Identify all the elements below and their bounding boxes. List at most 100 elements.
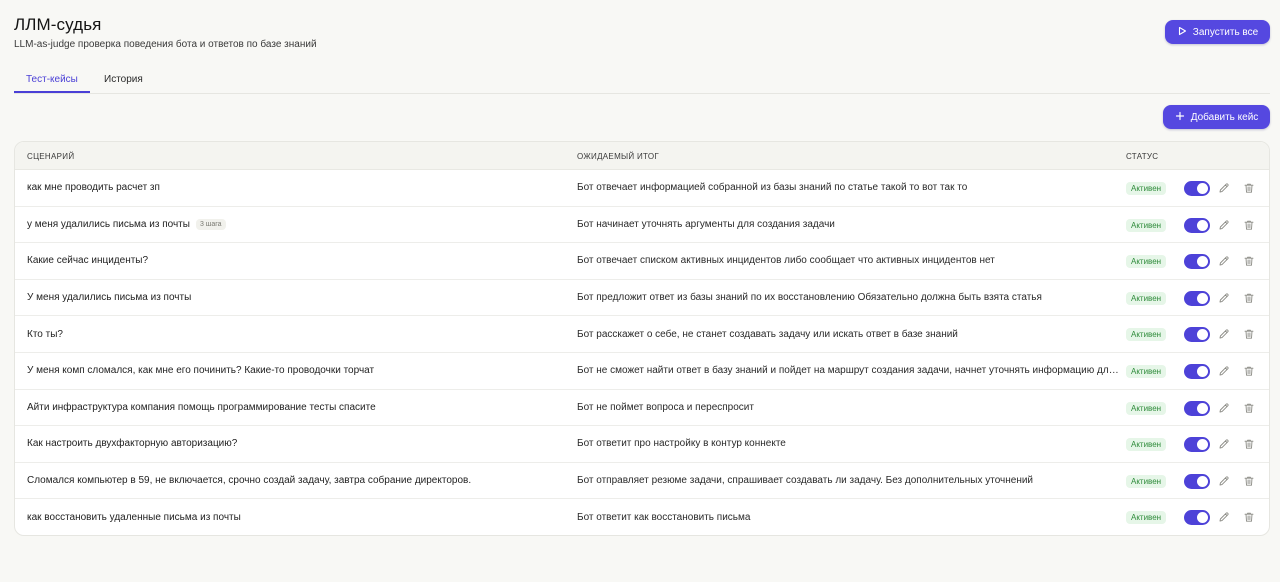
trash-icon[interactable] [1242,510,1256,524]
enabled-toggle[interactable] [1184,217,1210,233]
table-row: как восстановить удаленные письма из поч… [15,499,1269,535]
expected-cell: Бот расскажет о себе, не станет создават… [577,316,1119,352]
scenario-cell[interactable]: Как настроить двухфакторную авторизацию? [27,426,567,462]
table-row: Как настроить двухфакторную авторизацию?… [15,426,1269,463]
table-row: У меня комп сломался, как мне его почини… [15,353,1269,390]
scenario-cell[interactable]: как восстановить удаленные письма из поч… [27,499,567,535]
enabled-toggle[interactable] [1184,290,1210,306]
scenario-cell[interactable]: У меня удалились письма из почты [27,280,567,316]
enabled-toggle[interactable] [1184,364,1210,379]
scenario-cell[interactable]: у меня удалились письма из почты 3 шага [27,207,567,243]
expected-text: Бот предложит ответ из базы знаний по их… [577,292,1042,304]
enabled-toggle[interactable] [1184,327,1210,343]
run-all-label: Запустить все [1192,26,1259,38]
expected-cell: Бот ответит про настройку в контур конне… [577,426,1119,462]
pencil-icon[interactable] [1217,254,1231,268]
trash-icon[interactable] [1242,364,1256,378]
trash-icon[interactable] [1242,474,1256,488]
scenario-cell[interactable]: У меня комп сломался, как мне его почини… [27,353,567,389]
expected-text: Бот отвечает списком активных инцидентов… [577,255,995,267]
expected-text: Бот расскажет о себе, не станет создават… [577,328,958,340]
expected-cell: Бот ответит как восстановить письма [577,499,1119,535]
expected-cell: Бот отвечает информацией собранной из ба… [577,170,1119,206]
pencil-icon[interactable] [1217,474,1231,488]
table-header: СЦЕНАРИЙ ОЖИДАЕМЫЙ ИТОГ СТАТУС [15,142,1269,170]
scenario-text: У меня удалились письма из почты [27,292,192,304]
status-badge: Активен [1126,328,1167,342]
page-subtitle: LLM-as-judge проверка поведения бота и о… [14,39,317,50]
pencil-icon[interactable] [1217,218,1231,232]
expected-text: Бот ответит про настройку в контур конне… [577,438,786,450]
expected-text: Бот не сможет найти ответ в базу знаний … [577,365,1119,377]
scenario-cell[interactable]: Сломался компьютер в 59, не включается, … [27,463,567,499]
scenario-cell[interactable]: Айти инфраструктура компания помощь прог… [27,390,567,426]
status-badge: Активен [1126,511,1167,525]
expected-text: Бот отправляет резюме задачи, спрашивает… [577,475,1034,487]
expected-text: Бот отвечает информацией собранной из ба… [577,182,968,194]
column-header-scenario: СЦЕНАРИЙ [27,152,75,161]
expected-text: Бот ответит как восстановить письма [577,512,751,524]
status-badge: Активен [1126,401,1167,415]
tab-active-indicator [14,91,90,93]
pencil-icon[interactable] [1217,181,1231,195]
add-case-button[interactable]: Добавить кейс [1163,105,1270,129]
pencil-icon[interactable] [1217,364,1231,378]
page-title: ЛЛМ-судья [14,15,102,34]
enabled-toggle[interactable] [1184,400,1210,416]
status-badge: Активен [1126,291,1167,305]
status-badge: Активен [1126,218,1167,232]
enabled-toggle[interactable] [1184,437,1210,453]
scenario-cell[interactable]: Какие сейчас инциденты? [27,243,567,279]
pencil-icon[interactable] [1217,327,1231,341]
trash-icon[interactable] [1242,291,1256,305]
trash-icon[interactable] [1242,327,1256,341]
scenario-cell[interactable]: Кто ты? [27,316,567,352]
plus-icon [1175,111,1185,124]
pencil-icon[interactable] [1217,401,1231,415]
table-row: У меня удалились письма из почты Бот пре… [15,280,1269,317]
scenario-text: как мне проводить расчет зп [27,182,160,194]
expected-cell: Бот отвечает списком активных инцидентов… [577,243,1119,279]
expected-cell: Бот отправляет резюме задачи, спрашивает… [577,463,1119,499]
trash-icon[interactable] [1242,401,1256,415]
enabled-toggle[interactable] [1184,473,1210,489]
trash-icon[interactable] [1242,254,1256,268]
add-case-label: Добавить кейс [1190,111,1259,123]
pencil-icon[interactable] [1217,510,1231,524]
run-all-button[interactable]: Запустить все [1165,20,1270,44]
scenario-cell[interactable]: как мне проводить расчет зп [27,170,567,206]
trash-icon[interactable] [1242,218,1256,232]
expected-cell: Бот не сможет найти ответ в базу знаний … [577,353,1119,389]
expected-cell: Бот не поймет вопроса и переспросит [577,390,1119,426]
pencil-icon[interactable] [1217,291,1231,305]
status-badge: Активен [1126,255,1167,269]
status-badge: Активен [1126,474,1167,488]
expected-text: Бот начинает уточнять аргументы для созд… [577,218,835,230]
column-header-expected: ОЖИДАЕМЫЙ ИТОГ [577,152,660,161]
table-row: у меня удалились письма из почты 3 шага … [15,207,1269,244]
status-badge: Активен [1126,438,1167,452]
scenario-text: Сломался компьютер в 59, не включается, … [27,475,472,487]
table-row: как мне проводить расчет зп Бот отвечает… [15,170,1269,207]
status-badge: Активен [1126,182,1167,195]
status-badge: Активен [1126,365,1167,378]
table-row: Кто ты? Бот расскажет о себе, не станет … [15,316,1269,353]
tab-history[interactable]: История [104,74,143,94]
table-row: Сломался компьютер в 59, не включается, … [15,463,1269,500]
enabled-toggle[interactable] [1184,254,1210,270]
trash-icon[interactable] [1242,181,1256,195]
table-row: Айти инфраструктура компания помощь прог… [15,390,1269,427]
enabled-toggle[interactable] [1184,181,1210,196]
test-cases-table: СЦЕНАРИЙ ОЖИДАЕМЫЙ ИТОГ СТАТУС как мне п… [14,141,1270,536]
pencil-icon[interactable] [1217,437,1231,451]
column-header-status: СТАТУС [1126,152,1159,161]
scenario-text: у меня удалились письма из почты [27,218,190,230]
play-icon [1177,26,1187,39]
trash-icon[interactable] [1242,437,1256,451]
tabs: Тест-кейсы История [14,68,1270,94]
enabled-toggle[interactable] [1184,510,1210,526]
steps-badge: 3 шага [195,218,226,230]
scenario-text: У меня комп сломался, как мне его почини… [27,365,375,377]
scenario-text: Айти инфраструктура компания помощь прог… [27,401,376,413]
scenario-text: Какие сейчас инциденты? [27,255,149,267]
